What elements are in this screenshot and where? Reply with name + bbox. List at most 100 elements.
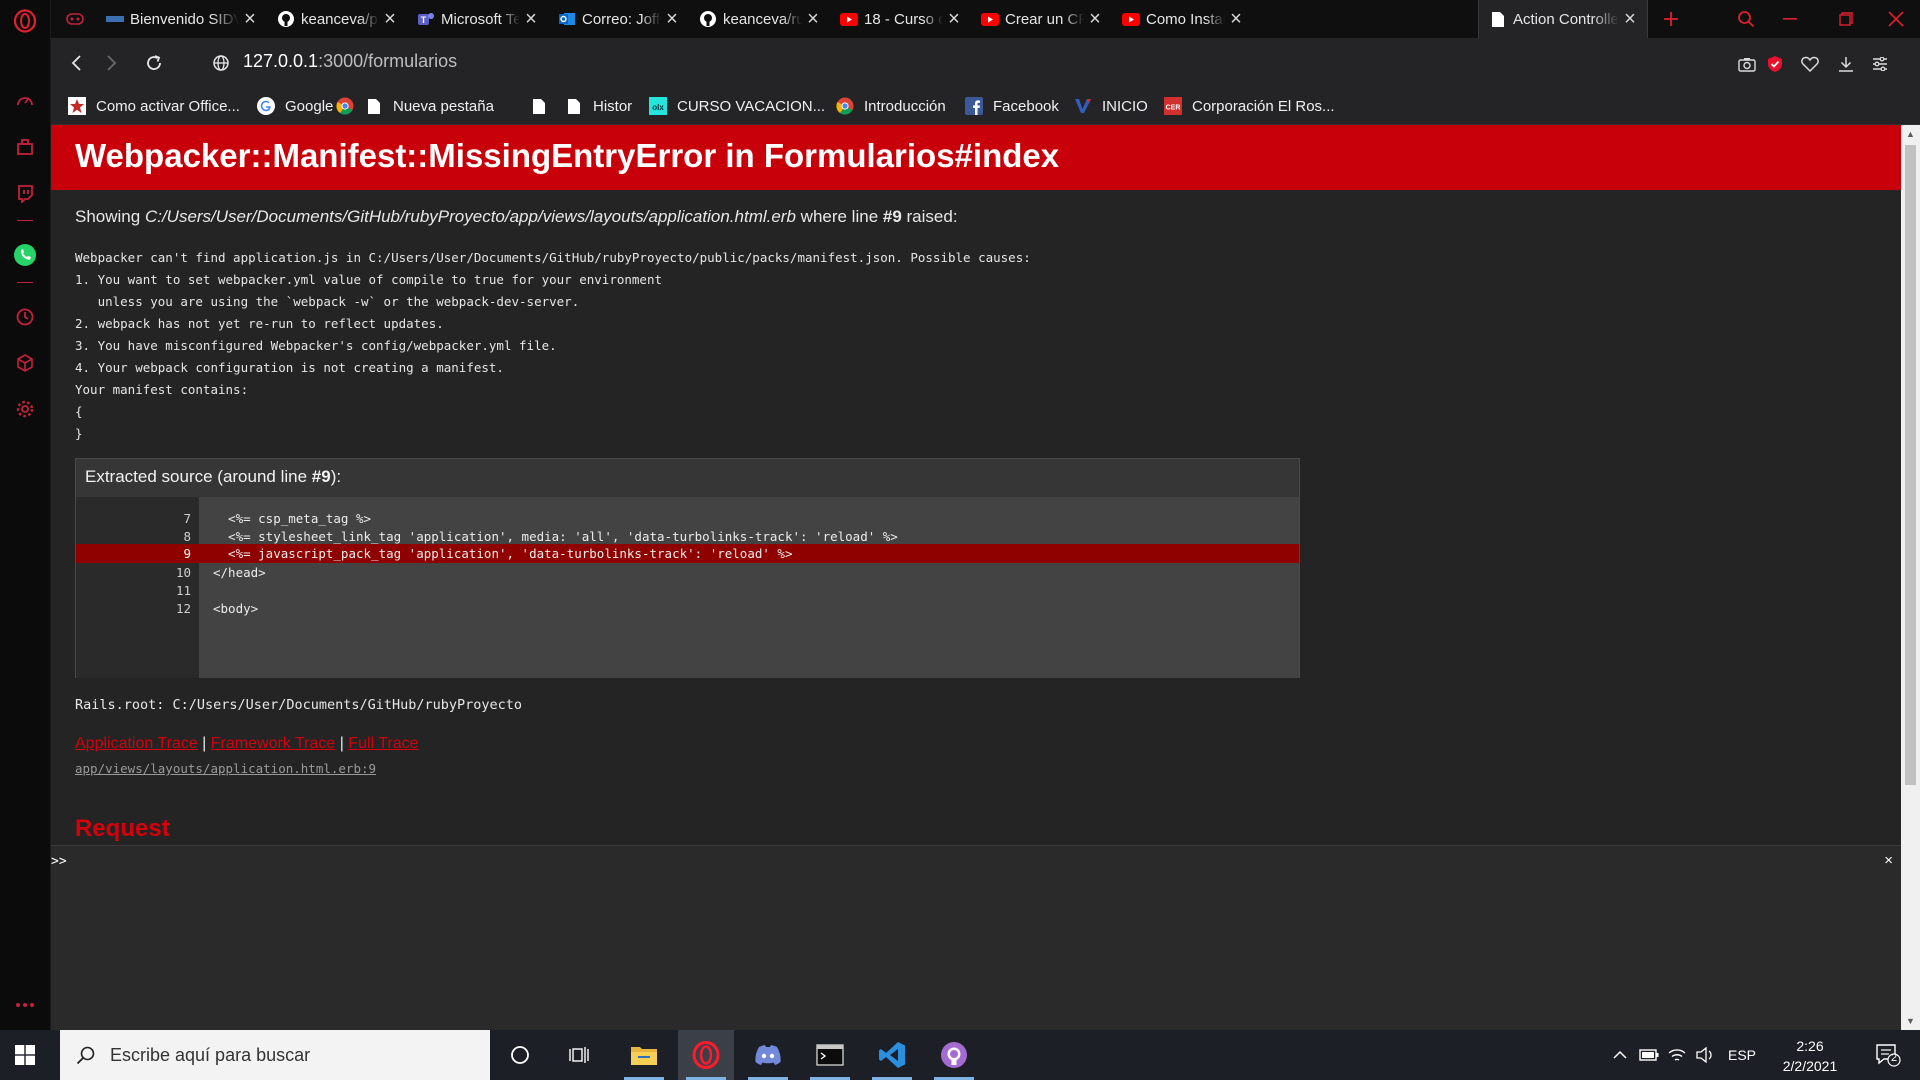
close-icon[interactable]: ×: [520, 8, 542, 31]
discord-icon[interactable]: [740, 1030, 796, 1080]
tab-youtube-crud[interactable]: Crear un CRUD ×: [971, 0, 1112, 38]
showing-line-number: #9: [882, 207, 902, 226]
bookmark-blank[interactable]: [529, 95, 558, 117]
back-arrow-icon[interactable]: [61, 48, 91, 78]
sidebar-separator: [17, 282, 33, 283]
tab-github-proyecto[interactable]: keanceva/proyecto ×: [267, 0, 407, 38]
trace-links: Application Trace | Framework Trace | Fu…: [75, 735, 419, 753]
close-icon[interactable]: ×: [661, 8, 683, 31]
code-text: <body>: [213, 601, 259, 616]
twitch-icon[interactable]: [10, 178, 40, 208]
clock-date: 2/2/2021: [1782, 1058, 1838, 1074]
scroll-thumb[interactable]: [1905, 145, 1916, 785]
svg-text:olx: olx: [652, 103, 664, 112]
language-indicator[interactable]: ESP: [1724, 1030, 1760, 1080]
easy-setup-icon[interactable]: [1866, 50, 1894, 78]
whatsapp-icon[interactable]: [10, 240, 40, 270]
window-close-icon[interactable]: [1873, 0, 1919, 38]
close-icon[interactable]: ×: [379, 8, 401, 31]
close-icon[interactable]: ×: [1225, 8, 1247, 31]
cortana-icon[interactable]: [492, 1030, 548, 1080]
trace-file-link[interactable]: app/views/layouts/application.html.erb:9: [75, 761, 376, 776]
bookmark-office[interactable]: Como activar Office...: [67, 95, 240, 117]
close-icon[interactable]: ×: [239, 8, 261, 31]
volume-icon[interactable]: [1692, 1030, 1718, 1080]
opera-logo-icon[interactable]: [10, 6, 40, 36]
settings-gear-icon[interactable]: [10, 394, 40, 424]
tray-chevron-up-icon[interactable]: [1608, 1030, 1632, 1080]
console-prompt[interactable]: >>: [51, 854, 67, 869]
svg-text:CER: CER: [1166, 105, 1181, 112]
sidebar-separator: [17, 220, 33, 221]
bookmarks-bar: Como activar Office... Google Nueva pest…: [51, 88, 1920, 125]
bookmark-nueva-pestana[interactable]: Nueva pestaña: [364, 95, 494, 117]
tab-label: Bienvenido SIDV: [130, 10, 239, 28]
windows-taskbar: Escribe aquí para buscar ESP 2:26 2/2/20…: [0, 1030, 1920, 1080]
bookmark-curso[interactable]: olx CURSO VACACION...: [648, 95, 825, 117]
bookmark-facebook[interactable]: Facebook: [964, 95, 1059, 117]
globe-icon[interactable]: [206, 48, 236, 78]
history-icon[interactable]: [10, 302, 40, 332]
opera-taskbar-icon[interactable]: [678, 1030, 734, 1080]
application-trace-link[interactable]: Application Trace: [75, 735, 198, 752]
code-line: 12 <body>: [76, 598, 1299, 620]
restore-icon[interactable]: [1823, 0, 1869, 38]
github-desktop-icon[interactable]: [926, 1030, 982, 1080]
close-icon[interactable]: ×: [802, 8, 824, 31]
close-icon[interactable]: ×: [1084, 8, 1106, 31]
tab-teams[interactable]: T Microsoft Teams ×: [407, 0, 548, 38]
full-trace-link[interactable]: Full Trace: [348, 735, 418, 752]
bookmark-corporacion[interactable]: CER Corporación El Ros...: [1163, 95, 1335, 117]
wifi-icon[interactable]: [1664, 1030, 1690, 1080]
console-close-button[interactable]: ×: [1884, 852, 1893, 869]
bookmark-google[interactable]: Google: [256, 95, 333, 117]
bookmark-inicio[interactable]: INICIO: [1073, 95, 1148, 117]
speed-dial-icon[interactable]: [10, 86, 40, 116]
battery-icon[interactable]: [1636, 1030, 1662, 1080]
forward-arrow-icon[interactable]: [97, 48, 127, 78]
bookmark-chrome[interactable]: [335, 95, 364, 117]
new-tab-plus-icon[interactable]: [1648, 0, 1694, 38]
snapshot-camera-icon[interactable]: [1733, 50, 1761, 78]
tab-youtube-curso[interactable]: 18 - Curso de Ruby ×: [830, 0, 971, 38]
close-icon[interactable]: ×: [943, 8, 965, 31]
reload-icon[interactable]: [139, 48, 169, 78]
framework-trace-link[interactable]: Framework Trace: [211, 735, 335, 752]
source-heading-line: #9: [311, 467, 331, 486]
request-heading: Request: [75, 815, 170, 842]
taskbar-clock[interactable]: 2:26 2/2/2021: [1760, 1036, 1860, 1076]
more-dots-icon[interactable]: [10, 990, 40, 1020]
windows-start-icon[interactable]: [0, 1030, 50, 1080]
bookmark-introduccion[interactable]: Introducción: [835, 95, 946, 117]
tab-github-ruby[interactable]: keanceva/rubyProyecto ×: [689, 0, 830, 38]
download-icon[interactable]: [1832, 50, 1860, 78]
bookmark-historial[interactable]: Histor: [564, 95, 632, 117]
notifications-icon[interactable]: 2: [1868, 1030, 1908, 1080]
minimize-icon[interactable]: [1767, 0, 1813, 38]
scroll-up-arrow-icon[interactable]: ▲: [1901, 125, 1920, 143]
terminal-icon[interactable]: [802, 1030, 858, 1080]
task-view-icon[interactable]: [552, 1030, 608, 1080]
tab-bienvenido[interactable]: Bienvenido SIDV ×: [96, 0, 267, 38]
workspace-icon[interactable]: [10, 132, 40, 162]
tab-outlook[interactable]: Correo: Joffre Enrique ×: [548, 0, 689, 38]
taskbar-search-box[interactable]: Escribe aquí para buscar: [60, 1030, 490, 1080]
scroll-down-arrow-icon[interactable]: ▼: [1901, 1012, 1920, 1030]
search-tabs-icon[interactable]: [1723, 0, 1769, 38]
web-console[interactable]: >> ×: [51, 845, 1901, 1030]
extensions-icon[interactable]: [10, 348, 40, 378]
clock-time: 2:26: [1796, 1038, 1824, 1054]
adblock-shield-icon[interactable]: [1761, 50, 1789, 78]
address-input[interactable]: 127.0.0.1:3000/formularios: [243, 51, 457, 72]
source-heading-prefix: Extracted source (around line: [85, 467, 312, 486]
rails-root: Rails.root: C:/Users/User/Documents/GitH…: [75, 697, 523, 713]
tab-label: Microsoft Teams: [441, 10, 520, 28]
tab-youtube-instalar[interactable]: Como Instalar Ruby ×: [1112, 0, 1253, 38]
vscode-icon[interactable]: [864, 1030, 920, 1080]
close-icon[interactable]: ×: [1619, 8, 1641, 31]
heart-icon[interactable]: [1796, 50, 1824, 78]
page-scrollbar[interactable]: ▲ ▼: [1901, 125, 1920, 1030]
search-icon: [76, 1046, 95, 1065]
file-explorer-icon[interactable]: [616, 1030, 672, 1080]
tab-action-controller[interactable]: Action Controller ×: [1478, 0, 1648, 38]
